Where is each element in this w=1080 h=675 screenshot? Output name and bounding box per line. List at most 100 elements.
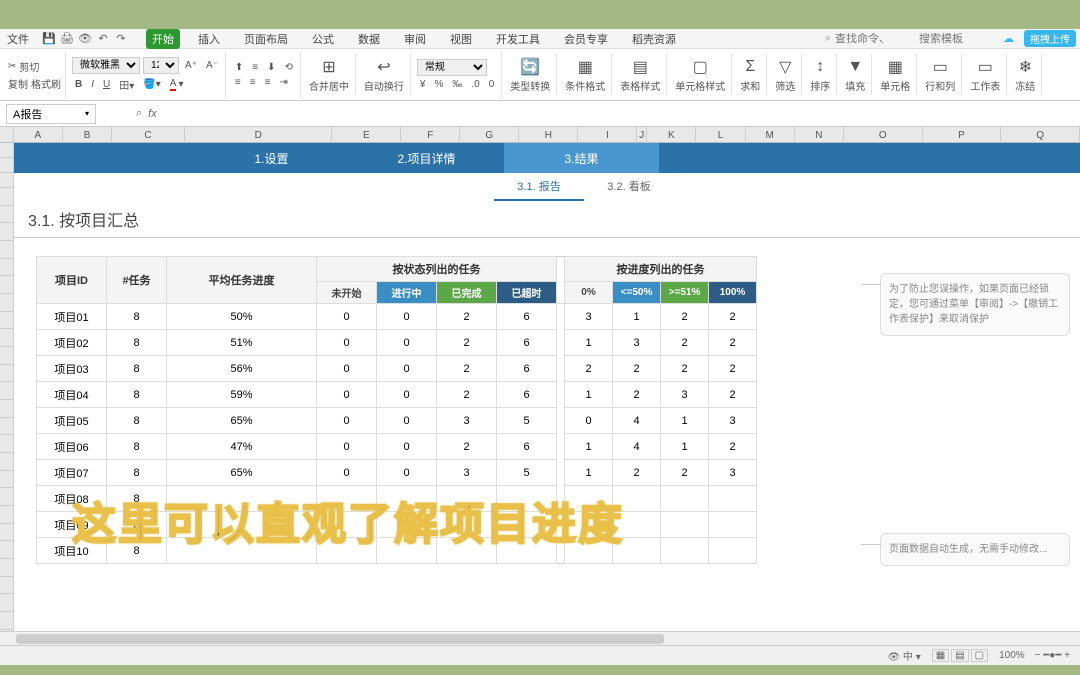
align-center-button[interactable]: ≡ [247,76,259,89]
col-header[interactable]: P [923,127,1002,143]
filter-button[interactable]: ▽筛选 [769,54,802,95]
ribbon-tab-7[interactable]: 开发工具 [490,29,546,49]
col-header[interactable]: G [460,127,519,143]
merge-button[interactable]: ⊞合并居中 [303,54,356,95]
subtab-kanban[interactable]: 3.2. 看板 [584,173,674,201]
font-size-select[interactable]: 12 [143,57,179,74]
cells-button[interactable]: ▦单元格 [874,54,917,95]
eye-icon[interactable]: 👁 中 ▾ [887,648,920,663]
cell-format-button[interactable]: ▢单元格样式 [669,54,732,95]
nav-tab-settings[interactable]: 1.设置 [194,143,349,173]
fill-color-button[interactable]: 🪣▾ [140,78,163,91]
decrease-font-button[interactable]: A⁻ [203,59,221,72]
wrap-button[interactable]: ↩自动换行 [358,54,411,95]
table-row[interactable]: 项目01850%00263122 [37,304,757,330]
sum-button[interactable]: Σ求和 [734,54,767,95]
number-format-select[interactable]: 常规 [417,59,487,76]
currency-button[interactable]: ¥ [417,78,429,91]
percent-button[interactable]: % [431,78,446,91]
col-header[interactable]: N [795,127,844,143]
ribbon-tab-8[interactable]: 会员专享 [558,29,614,49]
align-right-button[interactable]: ≡ [262,76,274,89]
ribbon-tab-1[interactable]: 插入 [192,29,226,49]
ribbon-tab-9[interactable]: 稻壳资源 [626,29,682,49]
col-header[interactable]: J [637,127,647,143]
col-header[interactable]: Q [1001,127,1080,143]
rowcol-button[interactable]: ▭行和列 [919,54,962,95]
search-fx-icon[interactable]: ⌕ [136,107,142,120]
ribbon-tab-5[interactable]: 审阅 [398,29,432,49]
undo-icon[interactable]: ↶ [96,32,110,46]
redo-icon[interactable]: ↷ [114,32,128,46]
type-convert-button[interactable]: 🔄类型转换 [504,54,557,95]
th-p0[interactable]: 0% [565,282,613,304]
underline-button[interactable]: U [100,78,113,91]
nav-tab-results[interactable]: 3.结果 [504,143,659,173]
table-row[interactable]: 项目06847%00261412 [37,434,757,460]
fill-button[interactable]: ▼填充 [839,54,872,95]
name-box[interactable]: A报告▾ [6,104,96,124]
horizontal-scrollbar[interactable] [0,631,1080,645]
comma-button[interactable]: ‰ [449,78,465,91]
col-header[interactable]: E [332,127,401,143]
sort-button[interactable]: ↕排序 [804,54,837,95]
align-middle-button[interactable]: ≡ [249,61,261,74]
col-header[interactable]: A [14,127,63,143]
zoom-label[interactable]: 100% [999,650,1025,661]
col-header[interactable]: K [647,127,696,143]
table-format-button[interactable]: ▤表格样式 [614,54,667,95]
bold-button[interactable]: B [72,78,85,91]
indent-button[interactable]: ⇥ [276,76,290,89]
ribbon-tab-0[interactable]: 开始 [146,29,180,49]
freeze-button[interactable]: ❄冻结 [1009,54,1042,95]
ribbon-tab-6[interactable]: 视图 [444,29,478,49]
align-bottom-button[interactable]: ⬇ [264,61,278,74]
cond-format-button[interactable]: ▦条件格式 [559,54,612,95]
col-header[interactable]: B [63,127,112,143]
menu-file[interactable]: 文件 [4,30,32,48]
border-button[interactable]: 田▾ [116,76,137,93]
increase-decimal-button[interactable]: 0 [486,78,498,91]
zoom-slider[interactable]: − ━●━ + [1035,650,1070,661]
col-header[interactable]: D [185,127,333,143]
col-header[interactable]: I [578,127,637,143]
font-color-button[interactable]: A▾ [167,77,187,92]
col-header[interactable]: L [696,127,745,143]
col-header[interactable]: M [746,127,795,143]
decrease-decimal-button[interactable]: .0 [468,78,482,91]
table-row[interactable]: 项目05865%00350413 [37,408,757,434]
col-header[interactable]: C [112,127,185,143]
align-top-button[interactable]: ⬆ [232,61,246,74]
align-left-button[interactable]: ≡ [232,76,244,89]
ribbon-tab-2[interactable]: 页面布局 [238,29,294,49]
table-row[interactable]: 项目03856%00262222 [37,356,757,382]
cut-button[interactable]: 剪切 [19,59,39,74]
format-painter-button[interactable]: 格式刷 [31,76,61,91]
preview-icon[interactable]: 👁 [78,32,92,46]
table-row[interactable]: 项目07865%00351223 [37,460,757,486]
upload-badge[interactable]: 拖拽上传 [1024,30,1076,47]
th-overdue: 已超时 [497,282,557,304]
print-icon[interactable]: 🖨 [60,32,74,46]
nav-tab-details[interactable]: 2.项目详情 [349,143,504,173]
table-row[interactable]: 项目02851%00261322 [37,330,757,356]
command-search-input[interactable] [835,33,915,45]
col-header[interactable]: F [401,127,460,143]
italic-button[interactable]: I [88,78,97,91]
sheet-button[interactable]: ▭工作表 [964,54,1007,95]
table-row[interactable]: 项目04859%00261232 [37,382,757,408]
view-buttons[interactable]: ▦▤▢ [931,650,989,661]
col-header[interactable]: O [844,127,923,143]
col-header[interactable]: H [519,127,578,143]
template-search-input[interactable] [919,33,999,45]
subtab-report[interactable]: 3.1. 报告 [494,173,584,201]
orientation-button[interactable]: ⟲ [282,61,296,74]
ribbon-tab-4[interactable]: 数据 [352,29,386,49]
copy-button[interactable]: 复制 [8,76,28,91]
ribbon-tab-3[interactable]: 公式 [306,29,340,49]
cut-icon[interactable]: ✂ [8,61,16,72]
save-icon[interactable]: 💾 [42,32,56,46]
increase-font-button[interactable]: A⁺ [182,59,200,72]
font-select[interactable]: 微软雅黑 [72,57,140,74]
cloud-icon[interactable]: ☁ [1003,32,1014,45]
